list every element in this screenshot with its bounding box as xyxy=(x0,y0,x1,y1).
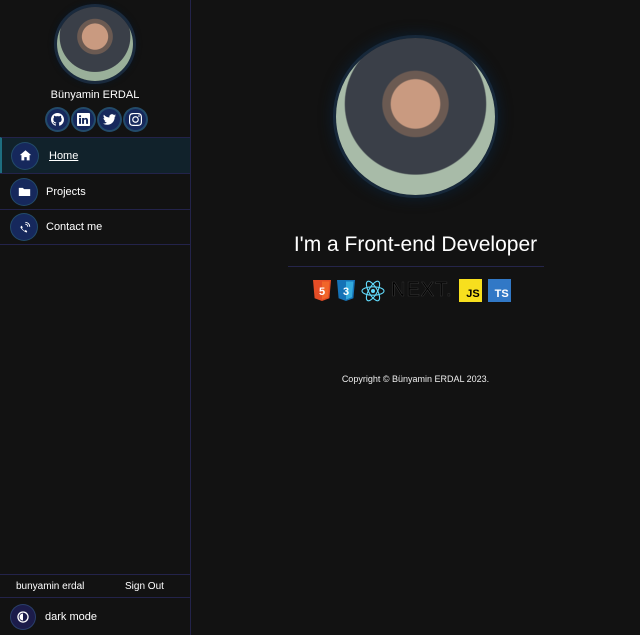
main-content: I'm a Front-end Developer 5 3 NEXT. JS T… xyxy=(191,0,640,635)
profile-name: Bünyamin ERDAL xyxy=(50,89,140,101)
twitter-icon[interactable] xyxy=(99,109,120,130)
sidebar-item-label: Contact me xyxy=(46,221,103,233)
css3-icon: 3 xyxy=(337,280,355,301)
sidebar: Bünyamin ERDAL Home Projects Contact me … xyxy=(0,0,191,635)
typescript-label: TS xyxy=(494,288,509,300)
sidebar-item-label: Projects xyxy=(46,185,86,198)
sidebar-nav: Home Projects Contact me xyxy=(0,137,190,245)
nextjs-icon: NEXT. xyxy=(391,279,453,302)
javascript-label: JS xyxy=(466,288,480,300)
linkedin-icon[interactable] xyxy=(73,109,94,130)
dark-mode-toggle[interactable]: dark mode xyxy=(0,599,190,635)
page-title: I'm a Front-end Developer xyxy=(293,233,538,256)
sidebar-item-contact[interactable]: Contact me xyxy=(0,209,190,245)
social-links xyxy=(47,109,146,130)
profile-section: Bünyamin ERDAL xyxy=(0,0,190,137)
home-icon xyxy=(12,142,38,169)
folder-icon xyxy=(11,178,37,205)
instagram-icon[interactable] xyxy=(125,109,146,130)
typescript-icon: TS xyxy=(487,279,511,302)
brightness-icon xyxy=(11,605,35,629)
divider xyxy=(288,266,544,267)
hero-avatar xyxy=(336,38,495,195)
tech-stack: 5 3 NEXT. JS TS xyxy=(313,279,511,302)
sign-out-button[interactable]: Sign Out xyxy=(125,581,164,592)
javascript-icon: JS xyxy=(458,279,482,302)
contact-icon xyxy=(11,214,37,240)
sidebar-item-projects[interactable]: Projects xyxy=(0,173,190,209)
sidebar-item-label: Home xyxy=(49,149,79,162)
user-row: bunyamin erdal Sign Out xyxy=(0,574,190,598)
html5-icon: 5 xyxy=(313,280,331,301)
username: bunyamin erdal xyxy=(16,580,85,592)
github-icon[interactable] xyxy=(47,109,68,130)
react-icon xyxy=(361,280,385,302)
svg-text:5: 5 xyxy=(319,286,325,298)
sidebar-item-home[interactable]: Home xyxy=(0,137,190,173)
avatar xyxy=(57,7,133,81)
dark-mode-label: dark mode xyxy=(45,611,97,623)
svg-text:3: 3 xyxy=(343,286,349,298)
copyright: Copyright © Bünyamin ERDAL 2023. xyxy=(341,374,490,384)
